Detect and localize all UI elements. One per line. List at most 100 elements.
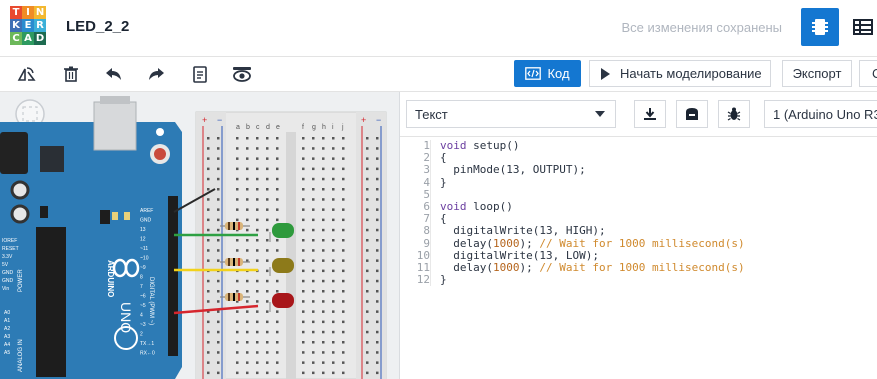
export-button[interactable]: Экспорт (782, 60, 852, 87)
share-button[interactable]: С (859, 60, 877, 87)
rail-hole (207, 361, 210, 364)
uno-text: UNO (118, 302, 134, 333)
breadboard-hole (246, 361, 249, 364)
rail-hole (217, 198, 220, 201)
breadboard-hole (342, 239, 345, 242)
breadboard[interactable]: + − + − abcdefghij (195, 111, 387, 379)
breadboard-hole (312, 198, 315, 201)
breadboard-hole (246, 249, 249, 252)
breadboard-hole (276, 198, 279, 201)
breadboard-hole (322, 371, 325, 375)
breadboard-hole (332, 351, 335, 354)
breadboard-hole (342, 249, 345, 252)
code-line[interactable]: void setup() (440, 139, 745, 152)
power-pin-label: 5V (2, 262, 9, 268)
breadboard-hole (236, 208, 239, 211)
rail-hole (366, 341, 369, 344)
circuit-view-button[interactable] (801, 8, 839, 46)
code-line[interactable]: } (440, 176, 745, 189)
breadboard-hole (342, 137, 345, 140)
redo-icon[interactable] (145, 63, 167, 85)
rotate-icon[interactable] (16, 63, 38, 85)
breadboard-hole (342, 351, 345, 354)
chip-icon (812, 19, 828, 35)
code-line[interactable]: delay(1000); // Wait for 1000 millisecon… (440, 261, 744, 274)
breadboard-hole (236, 188, 239, 191)
code-editor[interactable]: 1 2 3 4 5 6 7 8 9 10 11 12 void setup(){ pinMode(13… (400, 136, 877, 379)
code-line[interactable]: } (440, 273, 745, 286)
tinkercad-logo[interactable]: TINKERCAD (10, 6, 46, 46)
code-button[interactable]: Код (514, 60, 581, 87)
schematic-view-button[interactable] (848, 8, 877, 46)
code-lines[interactable]: void setup(){ pinMode(13, OUTPUT);} void … (440, 139, 745, 286)
download-code-button[interactable] (634, 100, 666, 128)
start-simulation-label: Начать моделирование (620, 66, 762, 81)
debugger-button[interactable] (718, 100, 750, 128)
rail-hole (376, 300, 379, 303)
breadboard-hole (276, 188, 279, 191)
rail-hole (366, 167, 369, 171)
breadboard-hole (342, 218, 345, 222)
breadboard-hole (266, 351, 269, 354)
pin-label: RX←0 (140, 351, 155, 357)
breadboard-hole (266, 167, 269, 171)
rail-hole (217, 177, 220, 181)
column-label: b (246, 124, 250, 131)
rail-hole (366, 310, 369, 313)
breadboard-hole (332, 310, 335, 313)
breadboard-hole (342, 341, 345, 344)
arduino-uno-board[interactable]: ARDUINO UNO DIGITAL (PWM ~) ANALOG IN PO… (0, 96, 182, 379)
notes-icon[interactable] (189, 63, 211, 85)
pin-label: ~6 (140, 294, 146, 300)
rail-hole (376, 157, 379, 160)
rail-hole (366, 371, 369, 375)
eye-icon[interactable] (231, 63, 253, 85)
breadboard-hole (246, 147, 249, 150)
breadboard-hole (256, 157, 259, 160)
breadboard-hole (332, 361, 335, 364)
undo-icon[interactable] (103, 63, 125, 85)
breadboard-hole (322, 330, 325, 334)
power-pin-label: 3.3V (2, 254, 13, 260)
breadboard-hole (322, 279, 325, 283)
pin-label: 12 (140, 237, 146, 243)
code-mode-value: Текст (415, 106, 448, 122)
breadboard-hole (322, 208, 325, 211)
breadboard-hole (266, 218, 269, 222)
rail-hole (207, 239, 210, 242)
rail-hole (376, 218, 379, 222)
pin-label: ~11 (140, 246, 148, 252)
logo-letter: R (34, 19, 46, 32)
trash-icon[interactable] (60, 63, 82, 85)
pin-label: ~9 (140, 265, 146, 271)
breadboard-hole (302, 249, 305, 252)
pin-label: 7 (140, 284, 143, 290)
editor-toolbar: Код Начать моделирование Экспорт С (0, 57, 877, 92)
rail-minus-right: − (376, 115, 381, 125)
breadboard-hole (302, 320, 305, 324)
line-number: 12 (416, 273, 430, 287)
breadboard-hole (302, 259, 305, 262)
rail-hole (376, 177, 379, 181)
library-button[interactable] (676, 100, 708, 128)
code-line[interactable]: pinMode(13, OUTPUT); (440, 164, 745, 176)
breadboard-hole (302, 218, 305, 222)
breadboard-hole (302, 167, 305, 171)
project-title[interactable]: LED_2_2 (66, 18, 129, 35)
circuit-canvas[interactable]: ARDUINO UNO DIGITAL (PWM ~) ANALOG IN PO… (0, 92, 399, 379)
code-line[interactable]: void loop() (440, 200, 745, 213)
breadboard-hole (256, 137, 259, 140)
breadboard-hole (246, 228, 249, 232)
breadboard-hole (266, 259, 269, 262)
breadboard-hole (236, 341, 239, 344)
breadboard-hole (246, 330, 249, 334)
start-simulation-button[interactable]: Начать моделирование (589, 60, 771, 87)
device-select[interactable]: 1 (Arduino Uno R3) (764, 100, 877, 128)
breadboard-hole (302, 137, 305, 140)
pin-label: AREF (140, 208, 153, 214)
code-line[interactable]: delay(1000); // Wait for 1000 millisecon… (440, 237, 744, 250)
logo-letter: E (22, 19, 34, 32)
code-mode-select[interactable]: Текст (406, 100, 616, 128)
breadboard-hole (236, 249, 239, 252)
breadboard-hole (266, 249, 269, 252)
